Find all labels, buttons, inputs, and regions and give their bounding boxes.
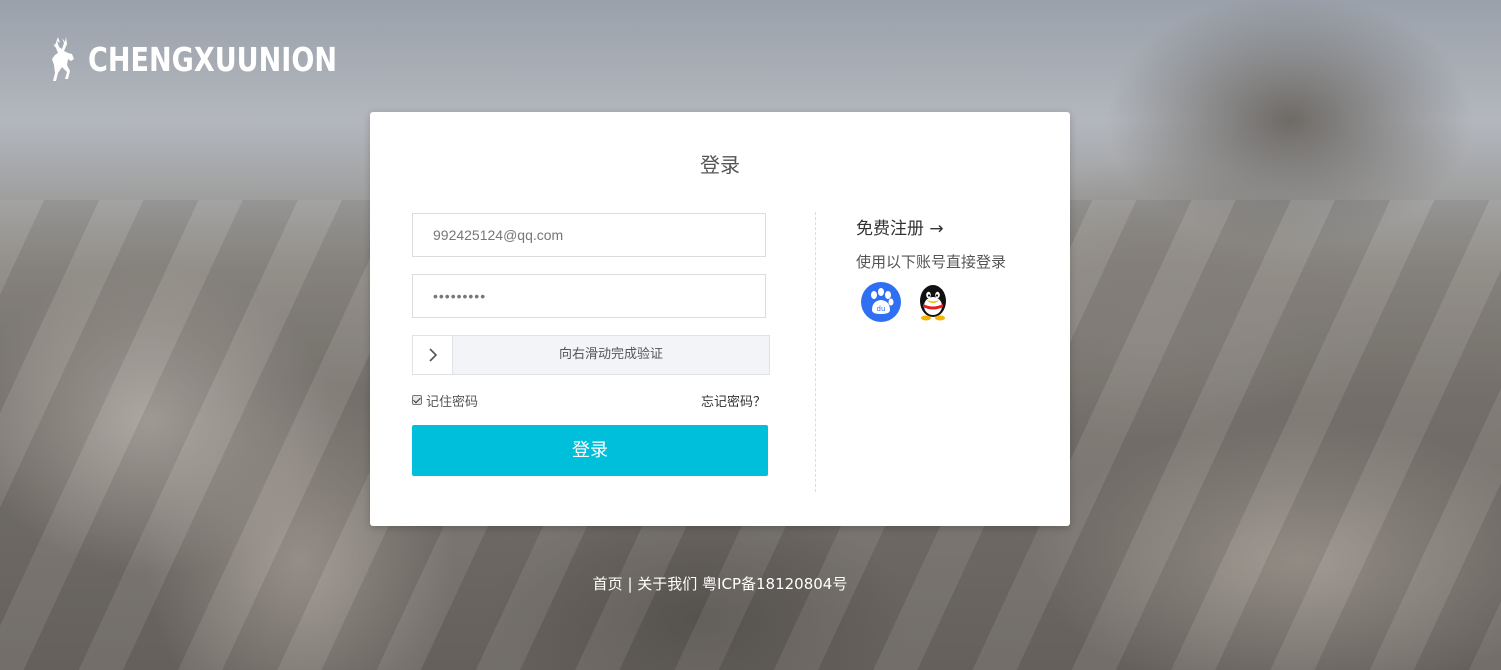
vertical-divider	[815, 212, 816, 492]
login-title: 登录	[700, 153, 740, 177]
third-party-login-label: 使用以下账号直接登录	[856, 253, 1007, 271]
slider-handle[interactable]	[413, 336, 453, 374]
footer-home-link[interactable]: 首页	[593, 575, 623, 593]
footer: 首页 | 关于我们 粤ICP备18120804号	[0, 573, 1440, 594]
slide-captcha[interactable]: 向右滑动完成验证	[412, 335, 770, 375]
email-input[interactable]	[412, 213, 766, 257]
brand-logo[interactable]: CHENGXUUNION	[48, 34, 392, 84]
slider-hint: 向右滑动完成验证	[558, 347, 663, 362]
baidu-icon[interactable]: du	[860, 281, 902, 323]
footer-separator: |	[622, 575, 638, 593]
login-card: 登录 向右滑动完成验证 记住密码 忘记密码？ 登录 免费注册 → 使用以下账号直…	[370, 112, 1070, 526]
qq-icon[interactable]	[912, 281, 954, 323]
forgot-password-link[interactable]: 忘记密码？	[701, 391, 766, 410]
login-button[interactable]: 登录	[412, 425, 768, 476]
deer-icon	[52, 37, 74, 81]
third-party-login-icons: du	[860, 281, 954, 323]
footer-about-link[interactable]: 关于我们	[637, 575, 697, 593]
remember-checkbox[interactable]	[412, 395, 422, 405]
brand-name: CHENGXUUNION	[88, 39, 338, 79]
register-link[interactable]: 免费注册 →	[856, 214, 944, 239]
svg-text:du: du	[877, 305, 886, 313]
password-input[interactable]	[412, 274, 766, 318]
chevron-right-icon	[428, 348, 437, 362]
remember-label: 记住密码	[426, 394, 479, 410]
remember-password[interactable]: 记住密码	[412, 391, 479, 410]
footer-icp-link[interactable]: 粤ICP备18120804号	[697, 575, 847, 593]
